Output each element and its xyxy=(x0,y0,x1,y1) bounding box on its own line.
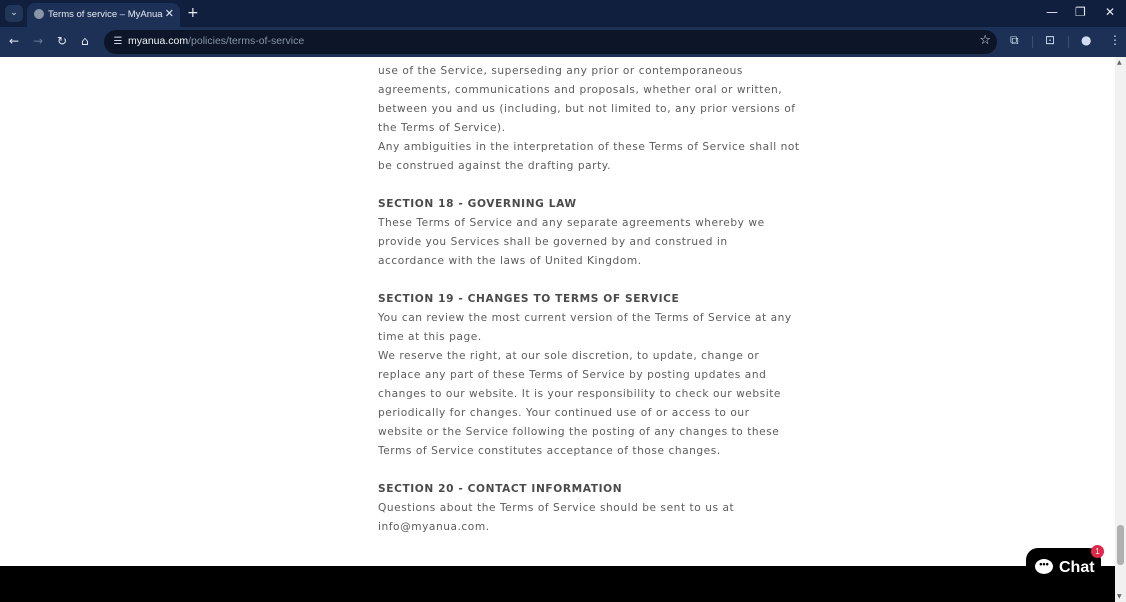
text-line: accordance with the laws of United Kingd… xyxy=(378,255,642,267)
screenshot-icon[interactable]: ⊡ xyxy=(1045,33,1055,47)
new-tab-button[interactable]: + xyxy=(187,5,199,21)
scroll-down-icon[interactable]: ▼ xyxy=(1117,593,1122,600)
back-icon[interactable]: ← xyxy=(9,34,19,48)
text-line: be construed against the drafting party. xyxy=(378,160,612,172)
text-line: periodically for changes. Your continued… xyxy=(378,407,750,419)
tab-bar: ⌄ Terms of service – MyAnua ✕ + — ❐ ✕ xyxy=(0,0,1126,27)
text-line: use of the Service, superseding any prio… xyxy=(378,65,743,77)
text-line: agreements, communications and proposals… xyxy=(378,84,783,96)
text-line: website or the Service following the pos… xyxy=(378,426,780,438)
close-window-button[interactable]: ✕ xyxy=(1105,5,1115,19)
scrollbar[interactable]: ▲ ▼ xyxy=(1115,57,1126,602)
extensions-icon[interactable]: ⧉ xyxy=(1010,33,1019,48)
scroll-up-icon[interactable]: ▲ xyxy=(1117,59,1122,66)
page-content: agreement and understanding between you … xyxy=(0,57,1115,566)
text-line: Any ambiguities in the interpretation of… xyxy=(378,141,800,153)
chat-label: Chat xyxy=(1059,559,1095,576)
url-text[interactable]: myanua.com/policies/terms-of-service xyxy=(128,35,304,47)
contact-email-line: info@myanua.com. xyxy=(378,521,490,533)
chat-button[interactable]: ••• Chat xyxy=(1026,548,1101,584)
reload-icon[interactable]: ↻ xyxy=(57,34,67,48)
text-line: Questions about the Terms of Service sho… xyxy=(378,502,735,514)
browser-toolbar: ← → ↻ ⌂ ☰ myanua.com/policies/terms-of-s… xyxy=(0,27,1126,57)
section-heading: SECTION 19 - CHANGES TO TERMS OF SERVICE xyxy=(378,293,680,305)
section-heading: SECTION 18 - GOVERNING LAW xyxy=(378,198,577,210)
text-line: You can review the most current version … xyxy=(378,312,792,324)
divider xyxy=(1068,36,1069,48)
menu-icon[interactable]: ⋮ xyxy=(1109,33,1121,47)
close-tab-icon[interactable]: ✕ xyxy=(165,7,174,20)
site-footer xyxy=(0,566,1115,602)
site-settings-icon[interactable]: ☰ xyxy=(110,34,126,50)
globe-icon xyxy=(34,9,44,19)
terms-document: agreement and understanding between you … xyxy=(378,57,800,537)
address-bar[interactable]: ☰ myanua.com/policies/terms-of-service ☆ xyxy=(104,30,997,54)
url-domain: myanua.com xyxy=(128,35,189,47)
minimize-button[interactable]: — xyxy=(1046,5,1058,19)
section-heading: SECTION 20 - CONTACT INFORMATION xyxy=(378,483,623,495)
text-line: the Terms of Service). xyxy=(378,122,506,134)
scrollbar-thumb[interactable] xyxy=(1117,525,1124,565)
text-line: Terms of Service constitutes acceptance … xyxy=(378,445,721,457)
divider xyxy=(1032,36,1033,48)
chat-unread-badge: 1 xyxy=(1091,545,1104,558)
text-line: time at this page. xyxy=(378,331,482,343)
text-line: These Terms of Service and any separate … xyxy=(378,217,765,229)
tab-search-button[interactable]: ⌄ xyxy=(5,5,23,22)
bookmark-star-icon[interactable]: ☆ xyxy=(979,33,991,48)
text-line: replace any part of these Terms of Servi… xyxy=(378,369,767,381)
home-icon[interactable]: ⌂ xyxy=(81,34,89,48)
text-line: We reserve the right, at our sole discre… xyxy=(378,350,760,362)
text-line: between you and us (including, but not l… xyxy=(378,103,796,115)
tab-title: Terms of service – MyAnua xyxy=(48,9,163,20)
chat-bubble-icon: ••• xyxy=(1035,559,1053,574)
restore-button[interactable]: ❐ xyxy=(1075,5,1086,19)
text-line: changes to our website. It is your respo… xyxy=(378,388,781,400)
text-line: provide you Services shall be governed b… xyxy=(378,236,728,248)
forward-icon[interactable]: → xyxy=(33,34,43,48)
tab-terms-of-service[interactable]: Terms of service – MyAnua ✕ xyxy=(27,3,180,27)
url-path: /policies/terms-of-service xyxy=(188,35,305,47)
profile-icon[interactable]: ● xyxy=(1081,33,1091,47)
